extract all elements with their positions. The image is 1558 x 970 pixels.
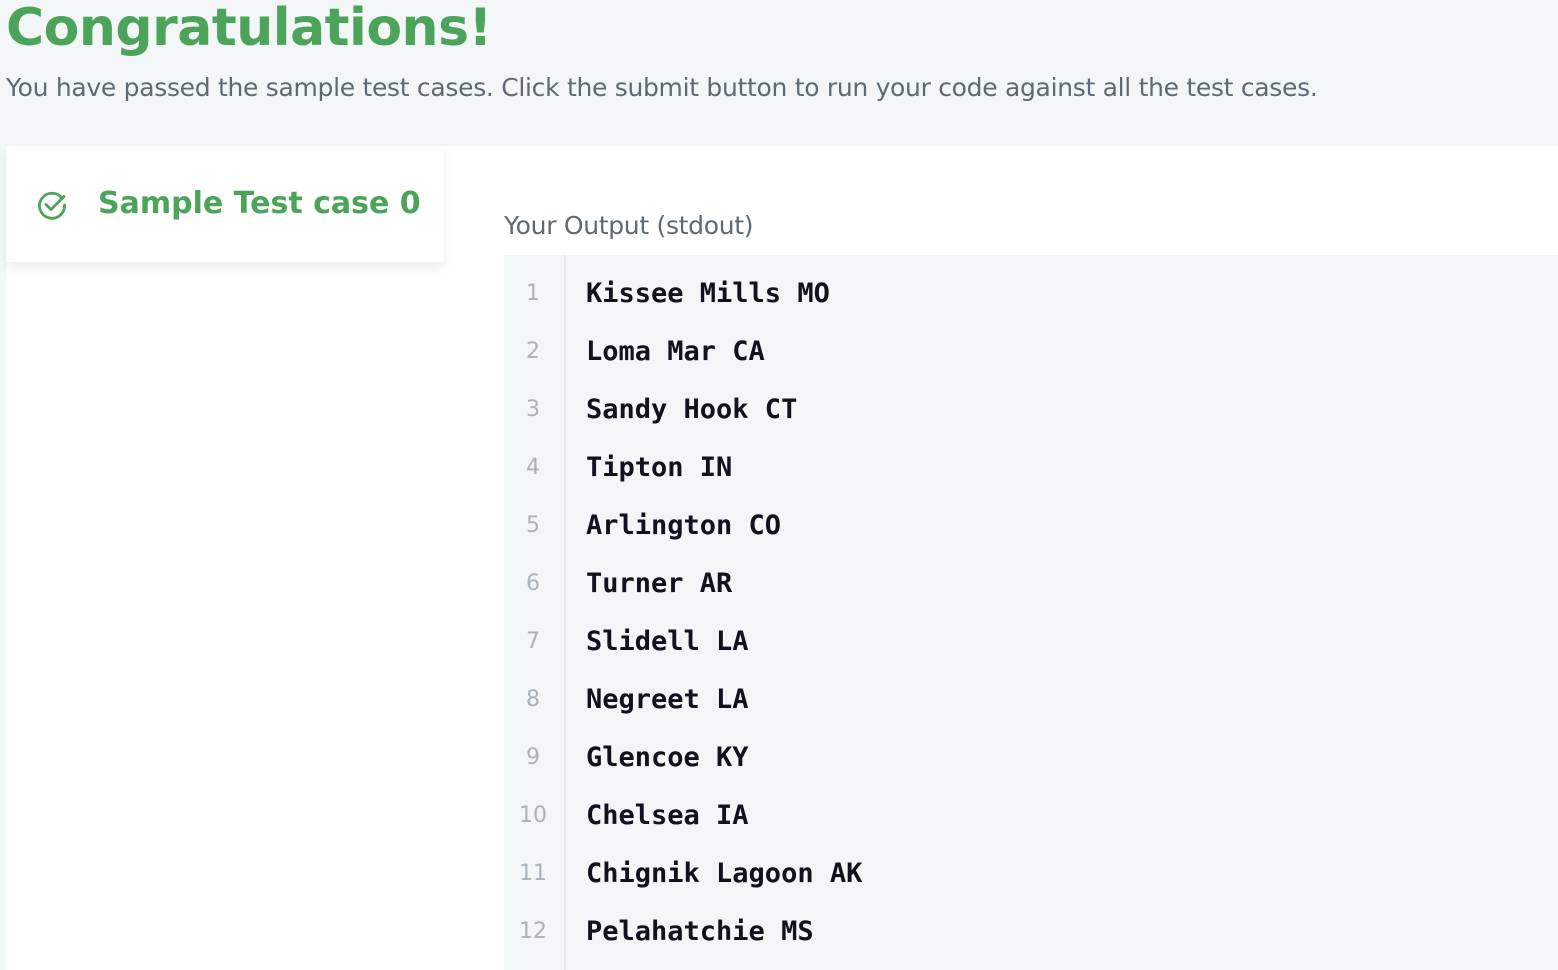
line-text: Tipton IN [586,452,733,483]
test-case-list: Sample Test case 0 [6,146,444,970]
line-number: 1 [526,281,540,306]
output-line: 5 Arlington CO [504,497,1558,555]
output-line: 10 Chelsea IA [504,787,1558,845]
check-circle-icon [38,191,66,220]
line-text: Glencoe KY [586,742,749,773]
line-number: 8 [526,687,540,712]
output-line: 6 Turner AR [504,555,1558,613]
line-number: 6 [526,571,540,596]
output-line: 11 Chignik Lagoon AK [504,845,1558,903]
line-number: 11 [519,861,547,886]
line-number: 12 [519,919,547,944]
line-text: Chelsea IA [586,800,749,831]
line-text: Kissee Mills MO [586,278,830,309]
output-line: 9 Glencoe KY [504,729,1558,787]
output-line: 8 Negreet LA [504,671,1558,729]
output-line: 12 Pelahatchie MS [504,903,1558,961]
line-text: Pelahatchie MS [586,916,814,947]
line-text: Turner AR [586,568,733,599]
output-line: 2 Loma Mar CA [504,323,1558,381]
result-title: Congratulations! [6,0,492,58]
line-number: 10 [519,803,547,828]
tab-label: Sample Test case 0 [98,186,421,221]
output-line: 3 Sandy Hook CT [504,381,1558,439]
output-line: 1 Kissee Mills MO [504,265,1558,323]
line-number: 4 [526,455,540,480]
line-text: Loma Mar CA [586,336,765,367]
output-line: 7 Slidell LA [504,613,1558,671]
test-results-panel: Sample Test case 0 Your Output (stdout) … [6,146,1558,970]
tab-sample-test-case-0[interactable]: Sample Test case 0 [6,146,444,262]
line-number: 7 [526,629,540,654]
line-number: 9 [526,745,540,770]
line-text: Slidell LA [586,626,749,657]
line-number: 2 [526,339,540,364]
output-line: 4 Tipton IN [504,439,1558,497]
line-text: Arlington CO [586,510,782,541]
line-number: 5 [526,513,540,538]
stdout-output[interactable]: 1 Kissee Mills MO 2 Loma Mar CA 3 Sandy Hook … [504,255,1558,970]
result-header: Congratulations! You have passed the sam… [0,0,1558,146]
line-number: 3 [526,397,540,422]
result-message: You have passed the sample test cases. C… [6,73,1318,102]
line-text: Sandy Hook CT [586,394,798,425]
output-label: Your Output (stdout) [504,211,754,240]
line-text: Negreet LA [586,684,749,715]
line-text: Chignik Lagoon AK [586,858,863,889]
